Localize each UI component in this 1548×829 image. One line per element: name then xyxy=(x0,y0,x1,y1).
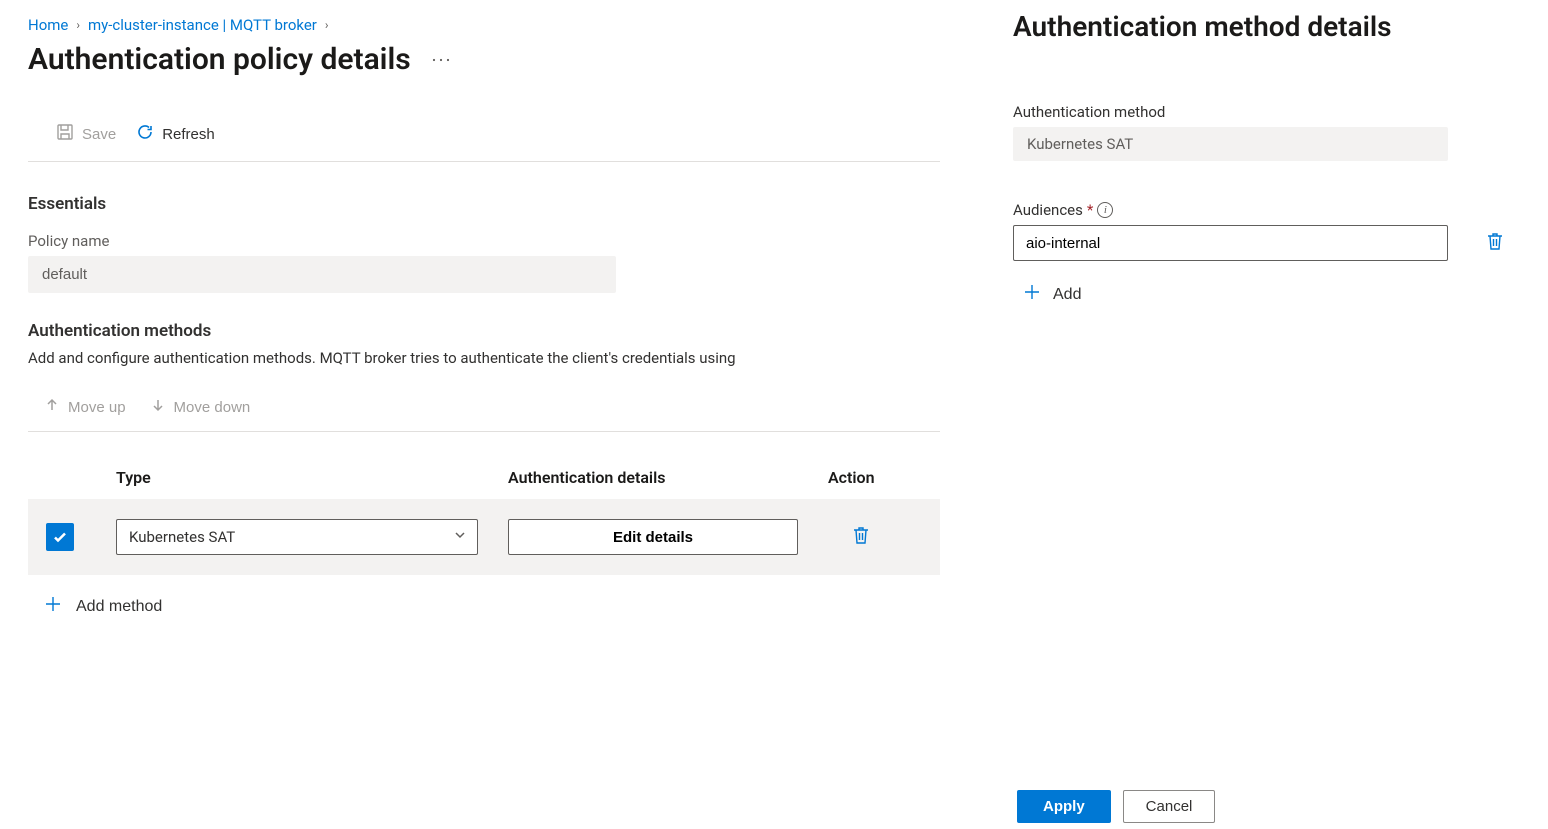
add-method-button[interactable]: Add method xyxy=(28,575,162,619)
edit-details-button[interactable]: Edit details xyxy=(508,519,798,555)
auth-method-label: Authentication method xyxy=(1013,103,1513,121)
page-title: Authentication policy details xyxy=(28,42,411,77)
arrow-up-icon xyxy=(44,397,60,417)
policy-name-label: Policy name xyxy=(28,232,940,250)
methods-table-header: Type Authentication details Action xyxy=(28,432,940,499)
move-down-label: Move down xyxy=(174,399,251,416)
reorder-toolbar: Move up Move down xyxy=(28,391,940,432)
panel-footer: Apply Cancel xyxy=(1013,790,1513,829)
required-indicator: * xyxy=(1087,201,1093,219)
chevron-right-icon: › xyxy=(74,18,82,32)
audience-row xyxy=(1013,225,1513,261)
delete-audience-button[interactable] xyxy=(1486,231,1504,255)
apply-button[interactable]: Apply xyxy=(1017,790,1111,823)
details-panel: Authentication method details Authentica… xyxy=(978,0,1548,829)
audience-input[interactable] xyxy=(1013,225,1448,261)
chevron-down-icon xyxy=(453,528,467,546)
refresh-icon xyxy=(136,123,154,145)
arrow-down-icon xyxy=(150,397,166,417)
essentials-heading: Essentials xyxy=(28,194,940,214)
table-row: Kubernetes SAT Edit details xyxy=(28,499,940,575)
breadcrumb-home[interactable]: Home xyxy=(28,16,68,34)
move-up-label: Move up xyxy=(68,399,126,416)
plus-icon xyxy=(1023,283,1041,307)
column-details: Authentication details xyxy=(508,468,828,487)
chevron-right-icon: › xyxy=(323,18,331,32)
command-bar: Save Refresh xyxy=(28,117,940,162)
more-menu-button[interactable] xyxy=(431,57,451,63)
type-select[interactable]: Kubernetes SAT xyxy=(116,519,478,555)
auth-methods-description: Add and configure authentication methods… xyxy=(28,349,940,367)
add-audience-label: Add xyxy=(1053,286,1081,304)
add-method-label: Add method xyxy=(76,598,162,616)
save-label: Save xyxy=(82,126,116,143)
refresh-label: Refresh xyxy=(162,126,215,143)
delete-row-button[interactable] xyxy=(852,533,870,549)
column-action: Action xyxy=(828,468,940,487)
info-icon[interactable]: i xyxy=(1097,202,1113,218)
auth-methods-heading: Authentication methods xyxy=(28,321,940,341)
type-select-value: Kubernetes SAT xyxy=(129,528,235,546)
breadcrumb: Home › my-cluster-instance | MQTT broker… xyxy=(28,16,940,34)
cancel-button[interactable]: Cancel xyxy=(1123,790,1216,823)
move-down-button[interactable]: Move down xyxy=(150,397,251,417)
column-type: Type xyxy=(116,468,508,487)
audiences-label: Audiences * i xyxy=(1013,201,1513,219)
policy-name-field xyxy=(28,256,616,293)
breadcrumb-instance[interactable]: my-cluster-instance | MQTT broker xyxy=(88,16,317,34)
row-checkbox[interactable] xyxy=(46,523,74,551)
panel-title: Authentication method details xyxy=(1013,10,1513,43)
save-button[interactable]: Save xyxy=(56,121,116,147)
move-up-button[interactable]: Move up xyxy=(44,397,126,417)
refresh-button[interactable]: Refresh xyxy=(136,121,215,147)
save-icon xyxy=(56,123,74,145)
add-audience-button[interactable]: Add xyxy=(1013,279,1513,311)
plus-icon xyxy=(44,595,62,619)
auth-method-value: Kubernetes SAT xyxy=(1013,127,1448,161)
